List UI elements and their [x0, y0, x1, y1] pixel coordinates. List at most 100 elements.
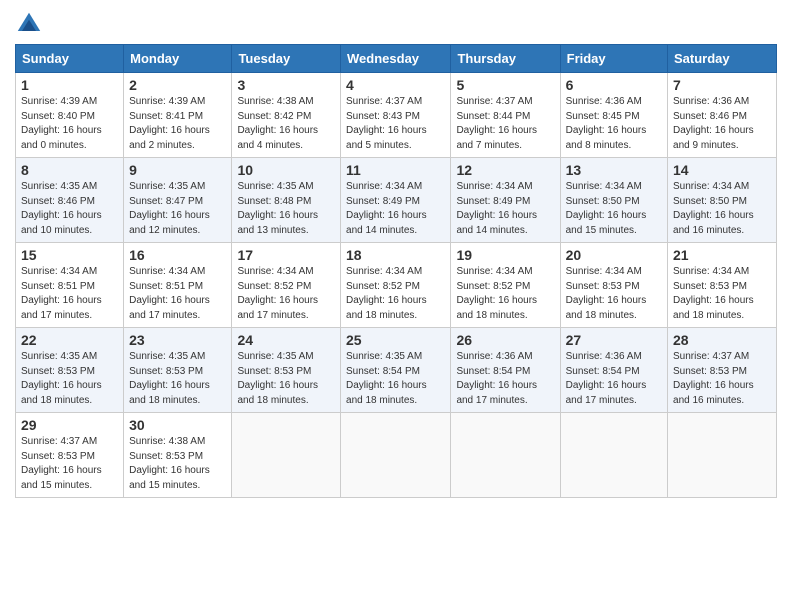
day-info: Sunrise: 4:35 AMSunset: 8:53 PMDaylight:…	[129, 350, 226, 408]
day-number: 6	[566, 77, 662, 93]
day-info: Sunrise: 4:35 AMSunset: 8:46 PMDaylight:…	[21, 180, 118, 238]
day-number: 1	[21, 77, 118, 93]
calendar-cell: 27 Sunrise: 4:36 AMSunset: 8:54 PMDayligh…	[560, 328, 667, 413]
calendar-cell: 16 Sunrise: 4:34 AMSunset: 8:51 PMDayligh…	[124, 243, 232, 328]
day-info: Sunrise: 4:35 AMSunset: 8:53 PMDaylight:…	[237, 350, 335, 408]
calendar-week-row: 1 Sunrise: 4:39 AMSunset: 8:40 PMDaylight…	[16, 73, 777, 158]
day-info: Sunrise: 4:38 AMSunset: 8:53 PMDaylight:…	[129, 435, 226, 493]
day-number: 2	[129, 77, 226, 93]
calendar-cell: 20 Sunrise: 4:34 AMSunset: 8:53 PMDayligh…	[560, 243, 667, 328]
day-info: Sunrise: 4:34 AMSunset: 8:50 PMDaylight:…	[566, 180, 662, 238]
calendar-cell: 22 Sunrise: 4:35 AMSunset: 8:53 PMDayligh…	[16, 328, 124, 413]
column-header-friday: Friday	[560, 45, 667, 73]
calendar-cell: 2 Sunrise: 4:39 AMSunset: 8:41 PMDaylight…	[124, 73, 232, 158]
day-number: 13	[566, 162, 662, 178]
column-header-monday: Monday	[124, 45, 232, 73]
day-number: 29	[21, 417, 118, 433]
day-number: 28	[673, 332, 771, 348]
calendar-cell	[668, 413, 777, 498]
calendar-cell	[232, 413, 341, 498]
day-info: Sunrise: 4:34 AMSunset: 8:53 PMDaylight:…	[673, 265, 771, 323]
day-number: 16	[129, 247, 226, 263]
day-info: Sunrise: 4:37 AMSunset: 8:53 PMDaylight:…	[21, 435, 118, 493]
day-number: 23	[129, 332, 226, 348]
day-info: Sunrise: 4:34 AMSunset: 8:50 PMDaylight:…	[673, 180, 771, 238]
day-number: 27	[566, 332, 662, 348]
day-number: 30	[129, 417, 226, 433]
day-info: Sunrise: 4:39 AMSunset: 8:41 PMDaylight:…	[129, 95, 226, 153]
calendar-cell: 28 Sunrise: 4:37 AMSunset: 8:53 PMDayligh…	[668, 328, 777, 413]
day-info: Sunrise: 4:34 AMSunset: 8:52 PMDaylight:…	[346, 265, 445, 323]
calendar-cell: 4Sunrise: 4:37 AMSunset: 8:43 PMDaylight…	[341, 73, 451, 158]
calendar-cell: 1 Sunrise: 4:39 AMSunset: 8:40 PMDaylight…	[16, 73, 124, 158]
day-number: 26	[456, 332, 554, 348]
calendar-cell: 13 Sunrise: 4:34 AMSunset: 8:50 PMDayligh…	[560, 158, 667, 243]
calendar-week-row: 8Sunrise: 4:35 AMSunset: 8:46 PMDaylight…	[16, 158, 777, 243]
day-number: 5	[456, 77, 554, 93]
day-info: Sunrise: 4:36 AMSunset: 8:54 PMDaylight:…	[566, 350, 662, 408]
day-number: 9	[129, 162, 226, 178]
day-info: Sunrise: 4:38 AMSunset: 8:42 PMDaylight:…	[237, 95, 335, 153]
day-info: Sunrise: 4:36 AMSunset: 8:54 PMDaylight:…	[456, 350, 554, 408]
day-number: 20	[566, 247, 662, 263]
day-info: Sunrise: 4:39 AMSunset: 8:40 PMDaylight:…	[21, 95, 118, 153]
calendar-week-row: 22 Sunrise: 4:35 AMSunset: 8:53 PMDayligh…	[16, 328, 777, 413]
day-number: 17	[237, 247, 335, 263]
day-info: Sunrise: 4:37 AMSunset: 8:53 PMDaylight:…	[673, 350, 771, 408]
day-number: 7	[673, 77, 771, 93]
calendar-week-row: 29 Sunrise: 4:37 AMSunset: 8:53 PMDayligh…	[16, 413, 777, 498]
logo	[15, 10, 47, 38]
calendar-cell: 24 Sunrise: 4:35 AMSunset: 8:53 PMDayligh…	[232, 328, 341, 413]
logo-icon	[15, 10, 43, 38]
day-number: 11	[346, 162, 445, 178]
calendar-cell: 10 Sunrise: 4:35 AMSunset: 8:48 PMDayligh…	[232, 158, 341, 243]
day-number: 19	[456, 247, 554, 263]
calendar-cell: 23 Sunrise: 4:35 AMSunset: 8:53 PMDayligh…	[124, 328, 232, 413]
day-info: Sunrise: 4:36 AMSunset: 8:46 PMDaylight:…	[673, 95, 771, 153]
calendar-cell: 14 Sunrise: 4:34 AMSunset: 8:50 PMDayligh…	[668, 158, 777, 243]
calendar-cell: 5 Sunrise: 4:37 AMSunset: 8:44 PMDaylight…	[451, 73, 560, 158]
day-info: Sunrise: 4:34 AMSunset: 8:53 PMDaylight:…	[566, 265, 662, 323]
calendar-cell: 8Sunrise: 4:35 AMSunset: 8:46 PMDaylight…	[16, 158, 124, 243]
calendar-cell: 6 Sunrise: 4:36 AMSunset: 8:45 PMDaylight…	[560, 73, 667, 158]
calendar-table: SundayMondayTuesdayWednesdayThursdayFrid…	[15, 44, 777, 498]
day-info: Sunrise: 4:34 AMSunset: 8:49 PMDaylight:…	[346, 180, 445, 238]
day-number: 14	[673, 162, 771, 178]
calendar-cell	[341, 413, 451, 498]
day-info: Sunrise: 4:34 AMSunset: 8:51 PMDaylight:…	[129, 265, 226, 323]
day-info: Sunrise: 4:35 AMSunset: 8:54 PMDaylight:…	[346, 350, 445, 408]
calendar-cell	[451, 413, 560, 498]
column-header-tuesday: Tuesday	[232, 45, 341, 73]
column-header-saturday: Saturday	[668, 45, 777, 73]
day-info: Sunrise: 4:36 AMSunset: 8:45 PMDaylight:…	[566, 95, 662, 153]
day-info: Sunrise: 4:34 AMSunset: 8:52 PMDaylight:…	[237, 265, 335, 323]
calendar-cell: 18Sunrise: 4:34 AMSunset: 8:52 PMDayligh…	[341, 243, 451, 328]
calendar-week-row: 15 Sunrise: 4:34 AMSunset: 8:51 PMDayligh…	[16, 243, 777, 328]
column-header-sunday: Sunday	[16, 45, 124, 73]
calendar-cell: 30 Sunrise: 4:38 AMSunset: 8:53 PMDayligh…	[124, 413, 232, 498]
day-number: 15	[21, 247, 118, 263]
calendar-cell: 7 Sunrise: 4:36 AMSunset: 8:46 PMDaylight…	[668, 73, 777, 158]
day-info: Sunrise: 4:35 AMSunset: 8:48 PMDaylight:…	[237, 180, 335, 238]
day-info: Sunrise: 4:37 AMSunset: 8:44 PMDaylight:…	[456, 95, 554, 153]
day-number: 10	[237, 162, 335, 178]
day-number: 21	[673, 247, 771, 263]
calendar-cell: 19Sunrise: 4:34 AMSunset: 8:52 PMDayligh…	[451, 243, 560, 328]
day-info: Sunrise: 4:34 AMSunset: 8:51 PMDaylight:…	[21, 265, 118, 323]
calendar-cell: 29 Sunrise: 4:37 AMSunset: 8:53 PMDayligh…	[16, 413, 124, 498]
day-info: Sunrise: 4:37 AMSunset: 8:43 PMDaylight:…	[346, 95, 445, 153]
column-header-wednesday: Wednesday	[341, 45, 451, 73]
calendar-cell	[560, 413, 667, 498]
calendar-cell: 17 Sunrise: 4:34 AMSunset: 8:52 PMDayligh…	[232, 243, 341, 328]
day-info: Sunrise: 4:34 AMSunset: 8:49 PMDaylight:…	[456, 180, 554, 238]
day-number: 22	[21, 332, 118, 348]
day-info: Sunrise: 4:35 AMSunset: 8:47 PMDaylight:…	[129, 180, 226, 238]
calendar-cell: 9 Sunrise: 4:35 AMSunset: 8:47 PMDaylight…	[124, 158, 232, 243]
day-number: 25	[346, 332, 445, 348]
calendar-header-row: SundayMondayTuesdayWednesdayThursdayFrid…	[16, 45, 777, 73]
page-header	[15, 10, 777, 38]
calendar-cell: 11 Sunrise: 4:34 AMSunset: 8:49 PMDayligh…	[341, 158, 451, 243]
column-header-thursday: Thursday	[451, 45, 560, 73]
day-number: 24	[237, 332, 335, 348]
day-info: Sunrise: 4:35 AMSunset: 8:53 PMDaylight:…	[21, 350, 118, 408]
